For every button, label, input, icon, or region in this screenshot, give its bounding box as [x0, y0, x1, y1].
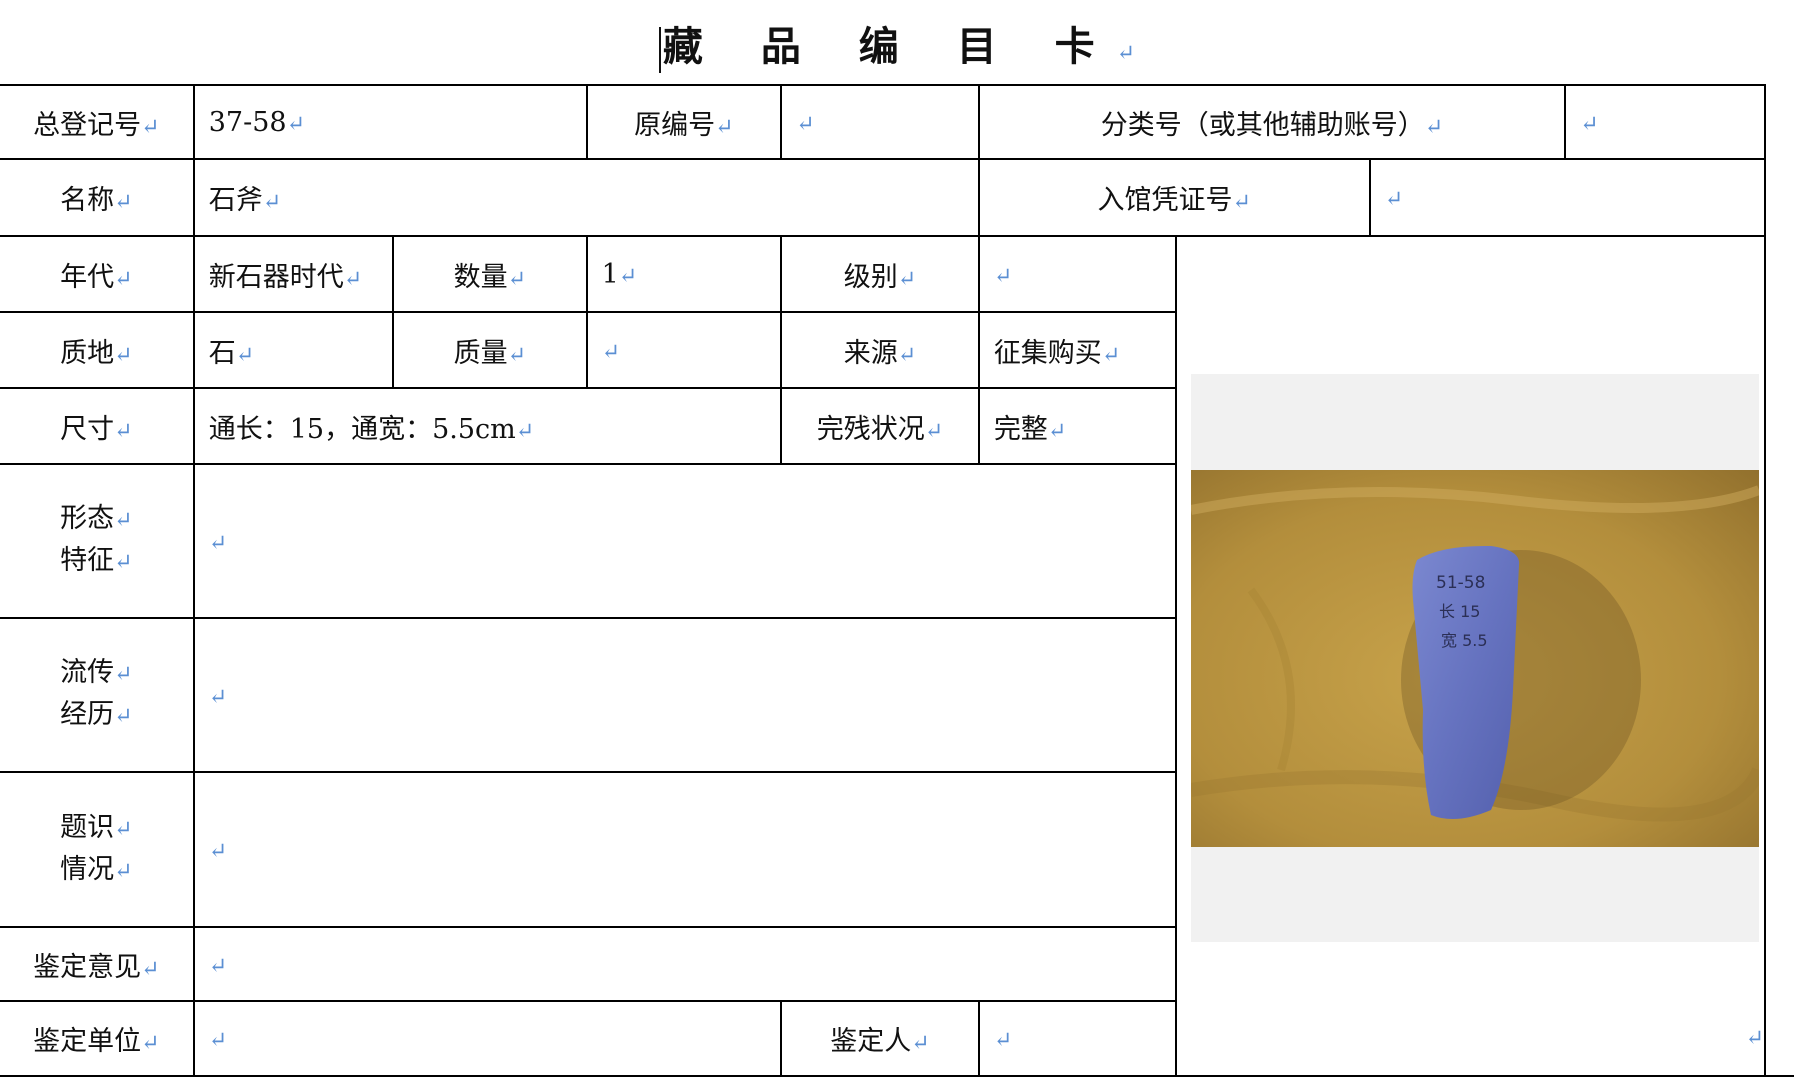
source-value[interactable]: 征集购买↵ [977, 311, 1177, 389]
paragraph-mark-icon: ↵ [208, 530, 228, 556]
name-label: 名称↵ [0, 158, 195, 237]
paragraph-mark-icon: ↵ [715, 114, 734, 140]
page-title-text: 藏 品 编 目 卡 [662, 23, 1117, 70]
paragraph-mark-icon: ↵ [1424, 114, 1444, 140]
paragraph-mark-icon: ↵ [897, 266, 917, 292]
artifact-photo: 51-58 长 15 宽 5.5 [1190, 470, 1759, 847]
paragraph-mark-icon: ↵ [911, 1031, 930, 1056]
paragraph-mark-icon: ↵ [114, 418, 133, 444]
paragraph-mark-icon: ↵ [286, 111, 306, 137]
morphology-label: 形态↵ 特征↵ [0, 463, 195, 619]
paragraph-mark-icon: ↵ [1047, 418, 1067, 444]
paragraph-mark-icon: ↵ [114, 508, 133, 533]
paragraph-mark-icon: ↵ [1101, 342, 1121, 368]
paragraph-mark-icon: ↵ [114, 266, 133, 292]
paragraph-mark-icon: ↵ [208, 839, 228, 864]
paragraph-mark-icon: ↵ [1745, 1026, 1764, 1051]
appraisal-opinion-label: 鉴定意见↵ [0, 926, 195, 1002]
paragraph-mark-icon: ↵ [114, 704, 133, 729]
appraiser-label: 鉴定人↵ [780, 1000, 980, 1077]
paragraph-mark-icon: ↵ [796, 111, 815, 137]
voucher-label: 入馆凭证号↵ [977, 158, 1371, 237]
reg-no-value[interactable]: 37-58↵ [192, 84, 588, 160]
appraisal-unit-value[interactable]: ↵ [192, 1000, 783, 1077]
reg-no-label: 总登记号↵ [0, 84, 195, 160]
photo-cell: 51-58 长 15 宽 5.5 ↵ [1174, 235, 1767, 1077]
paragraph-mark-icon: ↵ [993, 1028, 1013, 1053]
grade-label: 级别↵ [780, 235, 980, 313]
paragraph-mark-icon: ↵ [1580, 111, 1599, 137]
paragraph-mark-icon: ↵ [235, 342, 255, 368]
paragraph-mark-icon: ↵ [924, 418, 944, 444]
qty-label: 数量↵ [392, 235, 588, 313]
blank-cell [1764, 1001, 1794, 1077]
paragraph-mark-icon: ↵ [897, 342, 917, 368]
class-no-value[interactable]: ↵ [1564, 84, 1766, 160]
era-label: 年代↵ [0, 235, 195, 313]
mass-label: 质量↵ [392, 311, 588, 389]
paragraph-mark-icon: ↵ [1232, 190, 1251, 215]
paragraph-mark-icon: ↵ [515, 418, 535, 444]
catalog-card-table: 总登记号↵ 37-58↵ 原编号↵ ↵ 分类号（或其他辅助账号）↵ ↵ 名称↵ … [0, 84, 1794, 1077]
orig-no-value[interactable]: ↵ [780, 84, 980, 160]
paragraph-mark-icon: ↵ [141, 1031, 160, 1056]
inscription-value[interactable]: ↵ [192, 771, 1177, 928]
text-cursor [658, 27, 661, 73]
paragraph-mark-icon: ↵ [208, 953, 228, 979]
paragraph-mark-icon: ↵ [993, 263, 1013, 289]
paragraph-mark-icon: ↵ [141, 956, 160, 982]
provenance-label: 流传↵ 经历↵ [0, 617, 195, 773]
class-no-label: 分类号（或其他辅助账号）↵ [977, 84, 1567, 160]
appraisal-unit-label: 鉴定单位↵ [0, 1000, 195, 1077]
grade-value[interactable]: ↵ [977, 235, 1177, 313]
paragraph-mark-icon: ↵ [114, 858, 133, 884]
paragraph-mark-icon: ↵ [1116, 41, 1136, 66]
paragraph-mark-icon: ↵ [262, 190, 282, 215]
material-value[interactable]: 石↵ [192, 311, 395, 389]
paragraph-mark-icon: ↵ [208, 1028, 228, 1053]
era-value[interactable]: 新石器时代↵ [192, 235, 395, 313]
paragraph-mark-icon: ↵ [507, 266, 527, 292]
material-label: 质地↵ [0, 311, 195, 389]
paragraph-mark-icon: ↵ [114, 550, 133, 575]
inscription-label: 题识↵ 情况↵ [0, 771, 195, 928]
size-label: 尺寸↵ [0, 387, 195, 465]
paragraph-mark-icon: ↵ [343, 266, 363, 292]
name-value[interactable]: 石斧↵ [192, 158, 980, 237]
paragraph-mark-icon: ↵ [601, 339, 621, 365]
appraiser-value[interactable]: ↵ [977, 1000, 1177, 1077]
paragraph-mark-icon: ↵ [1384, 187, 1404, 212]
appraisal-opinion-value[interactable]: ↵ [192, 926, 1177, 1002]
morphology-value[interactable]: ↵ [192, 463, 1177, 619]
paragraph-mark-icon: ↵ [114, 662, 133, 687]
mass-value[interactable]: ↵ [585, 311, 783, 389]
paragraph-mark-icon: ↵ [208, 684, 228, 710]
paragraph-mark-icon: ↵ [618, 263, 638, 289]
paragraph-mark-icon: ↵ [114, 190, 133, 215]
qty-value[interactable]: 1↵ [585, 235, 783, 313]
artifact-photo-svg: 51-58 长 15 宽 5.5 [1190, 470, 1759, 847]
photo-frame: 51-58 长 15 宽 5.5 [1190, 374, 1759, 942]
provenance-value[interactable]: ↵ [192, 617, 1177, 773]
stone-inscription-line3: 宽 5.5 [1441, 631, 1488, 650]
stone-inscription-line2: 长 15 [1439, 602, 1480, 621]
condition-value[interactable]: 完整↵ [977, 387, 1177, 465]
paragraph-mark-icon: ↵ [114, 342, 133, 368]
orig-no-label: 原编号↵ [585, 84, 783, 160]
source-label: 来源↵ [780, 311, 980, 389]
voucher-value[interactable]: ↵ [1368, 158, 1767, 237]
paragraph-mark-icon: ↵ [114, 816, 133, 842]
paragraph-mark-icon: ↵ [141, 114, 160, 140]
page-title: 藏 品 编 目 卡↵ [0, 14, 1794, 74]
paragraph-mark-icon: ↵ [507, 342, 527, 368]
size-value[interactable]: 通长：15，通宽：5.5cm↵ [192, 387, 783, 465]
stone-inscription-line1: 51-58 [1436, 573, 1485, 593]
condition-label: 完残状况↵ [780, 387, 980, 465]
